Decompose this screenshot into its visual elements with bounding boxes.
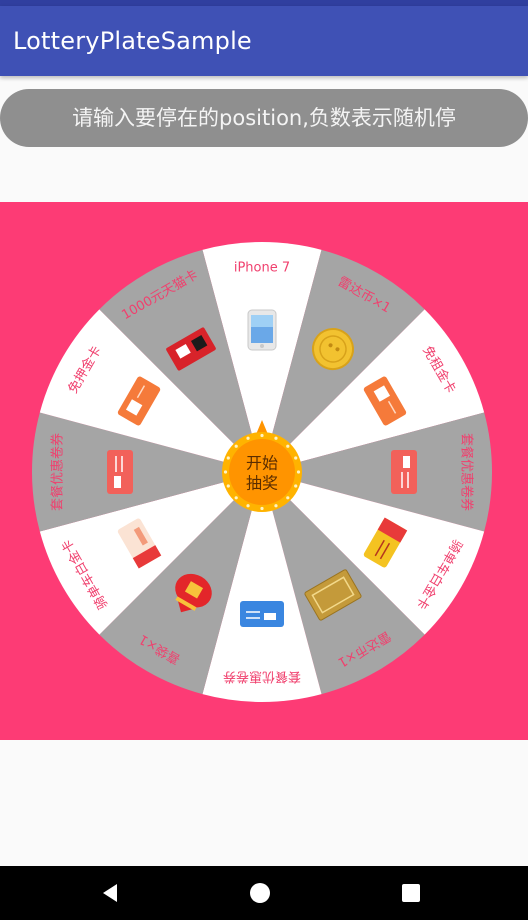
button-dot [294, 484, 298, 488]
position-input[interactable] [0, 89, 528, 147]
button-dot [246, 504, 250, 508]
button-dot [286, 496, 290, 500]
prize-label: 套餐优惠卷券 [50, 433, 66, 511]
button-dot [294, 456, 298, 460]
button-dot [226, 484, 230, 488]
start-lottery-button[interactable]: 开始抽奖 [222, 432, 302, 512]
recents-button[interactable] [381, 866, 441, 920]
back-icon [103, 884, 117, 902]
coupon-blue-icon [240, 601, 284, 627]
home-icon [250, 883, 270, 903]
home-button[interactable] [230, 866, 290, 920]
button-dot [296, 470, 301, 474]
iphone-icon [247, 309, 277, 351]
button-dot [226, 456, 230, 460]
button-label-line1: 开始 [246, 454, 278, 473]
button-dot [274, 436, 278, 440]
button-dot [234, 444, 238, 448]
app-title: LotteryPlateSample [13, 27, 252, 55]
prize-label: 套餐优惠卷券 [459, 433, 475, 511]
navigation-bar [0, 866, 528, 920]
button-dot [246, 436, 250, 440]
back-button[interactable] [80, 866, 140, 920]
button-label-line2: 抽奖 [246, 474, 278, 493]
prize-label: iPhone 7 [234, 261, 290, 276]
coupon-icon [391, 450, 417, 494]
button-dot [260, 433, 264, 438]
button-dot [274, 504, 278, 508]
coupon-icon [107, 450, 133, 494]
button-dot [286, 444, 290, 448]
prize-label: 套餐优惠卷券 [223, 669, 301, 685]
lottery-wheel[interactable]: iPhone 7雷达币×1免租金卡套餐优惠卷券骑单车白金卡雷达币×1套餐优惠卷券… [0, 202, 528, 740]
lottery-plate-panel: iPhone 7 雷达币×1 免租金卡 套餐优惠卷券 骑单车白金卡 雷达币×1 套餐优惠卷券… [0, 202, 528, 740]
recents-icon [402, 884, 420, 902]
button-dot [234, 496, 238, 500]
button-dot [260, 506, 264, 511]
button-dot [223, 470, 228, 474]
position-input-container[interactable] [0, 89, 528, 147]
app-bar: LotteryPlateSample [0, 6, 528, 76]
